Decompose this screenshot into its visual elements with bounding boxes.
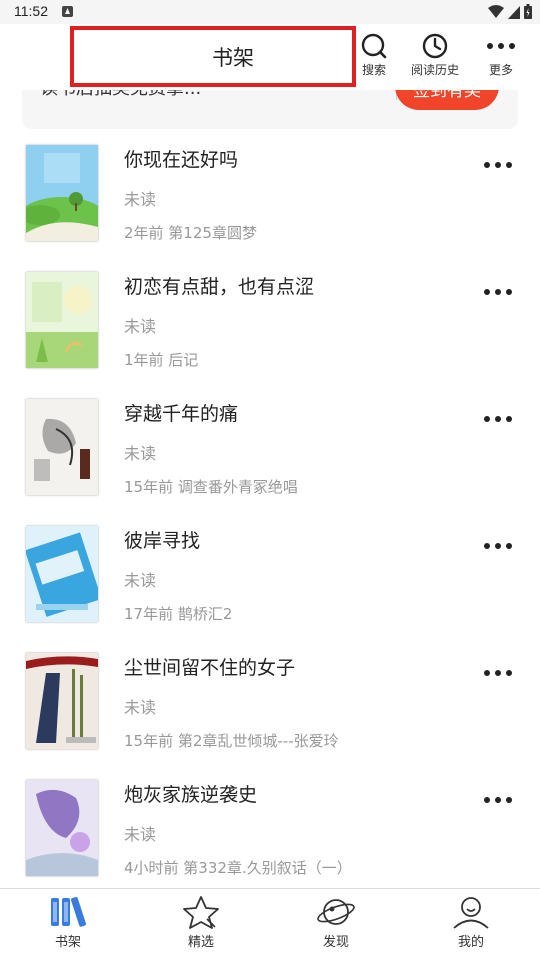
- tab-label: 发现: [322, 935, 349, 950]
- search-button[interactable]: 搜索: [360, 32, 388, 78]
- book-item[interactable]: 彼岸寻找 未读 17年前 鹊桥汇2: [0, 516, 540, 643]
- tab-profile[interactable]: 我的: [431, 895, 511, 950]
- more-button[interactable]: 更多: [486, 32, 516, 78]
- book-latest-chapter: 4小时前 第332章.久别叙话（一）: [124, 859, 352, 877]
- book-more-button[interactable]: [484, 795, 512, 805]
- tab-bookshelf[interactable]: 书架: [28, 895, 108, 950]
- bookshelf-icon: [51, 897, 86, 927]
- book-latest-chapter: 15年前 第2章乱世倾城---张爱玲: [124, 732, 339, 750]
- search-icon: [361, 33, 387, 59]
- user-icon: [453, 897, 489, 929]
- tab-label: 精选: [187, 935, 214, 950]
- book-title: 穿越千年的痛: [124, 403, 239, 425]
- history-label: 阅读历史: [411, 63, 460, 77]
- book-title: 你现在还好吗: [124, 149, 239, 171]
- notification-icon: [62, 6, 73, 17]
- more-dots-icon: [487, 43, 515, 49]
- status-time: 11:52: [14, 3, 48, 19]
- book-item[interactable]: 穿越千年的痛 未读 15年前 调查番外青冢绝唱: [0, 389, 540, 516]
- book-read-status: 未读: [124, 317, 157, 336]
- book-cover[interactable]: [26, 399, 98, 495]
- book-title: 初恋有点甜，也有点涩: [124, 276, 315, 298]
- status-bar: 11:52: [0, 0, 540, 24]
- page-title: 书架: [212, 45, 254, 70]
- book-latest-chapter: 17年前 鹊桥汇2: [124, 605, 233, 623]
- book-title: 尘世间留不住的女子: [124, 657, 296, 679]
- book-cover[interactable]: [26, 653, 98, 749]
- book-cover[interactable]: [26, 145, 98, 241]
- book-item[interactable]: 炮灰家族逆袭史 未读 4小时前 第332章.久别叙话（一）: [0, 770, 540, 897]
- book-cover[interactable]: [26, 272, 98, 368]
- page-title-box: 书架: [70, 26, 356, 87]
- book-latest-chapter: 2年前 第125章圆梦: [124, 224, 257, 242]
- tab-discover[interactable]: 发现: [296, 895, 376, 950]
- planet-icon: [317, 899, 355, 925]
- more-label: 更多: [488, 63, 513, 77]
- bookshelf-list: 你现在还好吗 未读 2年前 第125章圆梦 初恋有点甜，也有点涩 未读 1年前 …: [0, 135, 540, 897]
- book-more-button[interactable]: [484, 414, 512, 424]
- book-item[interactable]: 尘世间留不住的女子 未读 15年前 第2章乱世倾城---张爱玲: [0, 643, 540, 770]
- book-read-status: 未读: [124, 571, 157, 590]
- promo-banner[interactable]: 读书后抽奖免费拿... 签到有奖: [22, 90, 518, 129]
- star-icon: [183, 896, 219, 929]
- checkin-button-label: 签到有奖: [413, 90, 481, 101]
- top-bar: 书架 搜索 阅读历史 更多: [0, 24, 540, 90]
- clock-icon: [422, 33, 448, 59]
- book-more-button[interactable]: [484, 541, 512, 551]
- tab-label: 我的: [457, 935, 484, 950]
- tab-featured[interactable]: 精选: [161, 895, 241, 950]
- book-read-status: 未读: [124, 698, 157, 717]
- book-latest-chapter: 15年前 调查番外青冢绝唱: [124, 478, 298, 496]
- signal-icon: [508, 5, 520, 19]
- book-item[interactable]: 你现在还好吗 未读 2年前 第125章圆梦: [0, 135, 540, 262]
- book-cover[interactable]: [26, 780, 98, 876]
- book-item[interactable]: 初恋有点甜，也有点涩 未读 1年前 后记: [0, 262, 540, 389]
- book-read-status: 未读: [124, 444, 157, 463]
- search-label: 搜索: [361, 63, 386, 77]
- battery-icon: [524, 4, 532, 19]
- book-read-status: 未读: [124, 190, 157, 209]
- book-more-button[interactable]: [484, 160, 512, 170]
- system-icons: [488, 4, 532, 19]
- bottom-tab-bar: 书架 精选 发现 我的: [0, 888, 540, 961]
- book-title: 炮灰家族逆袭史: [124, 784, 258, 806]
- book-cover[interactable]: [26, 526, 98, 622]
- tab-label: 书架: [54, 935, 81, 950]
- banner-text: 读书后抽奖免费拿...: [40, 90, 201, 100]
- checkin-button[interactable]: 签到有奖: [395, 90, 499, 110]
- book-latest-chapter: 1年前 后记: [124, 351, 199, 369]
- book-more-button[interactable]: [484, 287, 512, 297]
- book-title: 彼岸寻找: [124, 530, 201, 552]
- book-read-status: 未读: [124, 825, 157, 844]
- book-more-button[interactable]: [484, 668, 512, 678]
- wifi-icon: [488, 4, 504, 18]
- history-button[interactable]: 阅读历史: [411, 32, 459, 78]
